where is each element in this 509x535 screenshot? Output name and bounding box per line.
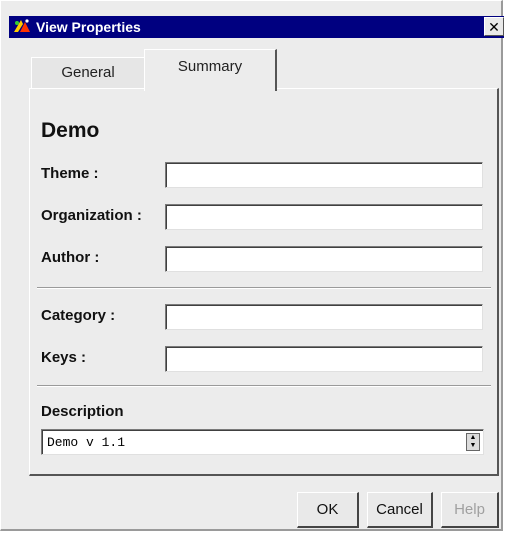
description-label: Description — [41, 403, 124, 420]
theme-field[interactable] — [165, 162, 483, 188]
cancel-button[interactable]: Cancel — [367, 492, 433, 528]
tab-summary[interactable]: Summary — [144, 49, 277, 91]
dialog-window: View Properties ✕ General Summary Demo T… — [0, 0, 504, 531]
section-divider — [37, 287, 491, 289]
spinner-down-icon[interactable]: ▼ — [469, 442, 477, 449]
organization-field[interactable] — [165, 204, 483, 230]
author-field[interactable] — [165, 246, 483, 272]
window-title: View Properties — [36, 19, 141, 35]
tab-general[interactable]: General — [31, 57, 146, 89]
category-field[interactable] — [165, 304, 483, 330]
category-label: Category : — [41, 307, 116, 324]
keys-field[interactable] — [165, 346, 483, 372]
view-name-heading: Demo — [41, 119, 100, 142]
spinner-up-icon[interactable]: ▲ — [469, 434, 477, 441]
title-bar[interactable]: View Properties ✕ — [9, 16, 504, 38]
app-icon — [12, 18, 32, 36]
close-icon[interactable]: ✕ — [484, 17, 504, 36]
organization-label: Organization : — [41, 207, 142, 224]
section-divider — [37, 385, 491, 387]
theme-label: Theme : — [41, 165, 99, 182]
description-field[interactable]: Demo v 1.1 ▲ ▼ — [41, 429, 484, 455]
author-label: Author : — [41, 249, 100, 266]
description-value: Demo v 1.1 — [47, 435, 126, 450]
help-button[interactable]: Help — [441, 492, 499, 528]
ok-button[interactable]: OK — [297, 492, 359, 528]
keys-label: Keys : — [41, 349, 87, 366]
spinner-icon[interactable]: ▲ ▼ — [466, 433, 480, 451]
